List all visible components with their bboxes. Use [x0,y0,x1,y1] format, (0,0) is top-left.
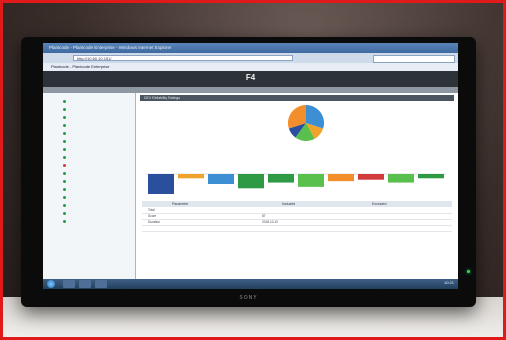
status-dot-icon [63,195,66,199]
taskbar-ie-button[interactable] [63,280,75,288]
bar [358,174,384,180]
windows-taskbar: 10:21 [43,279,458,289]
navigation-tree [43,93,136,289]
tree-item[interactable] [63,163,68,167]
start-button[interactable] [47,280,55,288]
tree-item[interactable] [63,107,68,111]
grid-col-header: Excluded [372,202,387,206]
tree-item[interactable] [63,147,68,151]
power-led [467,270,470,273]
address-input[interactable]: http://10.60.10.151/ [73,55,293,61]
status-dot-icon [63,115,66,119]
status-dot-icon [63,163,66,167]
tree-item[interactable] [63,211,68,215]
app-header-bar: F4 [43,71,458,87]
ie-address-bar: http://10.60.10.151/ [43,53,458,63]
status-dot-icon [63,123,66,127]
table-cell: 2018.10.10 [262,220,278,224]
status-dot-icon [63,211,66,215]
pie-chart [288,105,324,141]
key-label: F4 [245,73,256,82]
table-cell: Total [148,208,155,212]
grid-col-header: Included [282,202,296,206]
ie-window-title: Plantcode - Plantcode Enterprise - Windo… [43,43,458,53]
ie-tab[interactable]: Plantcode - Plantcode Enterprise [43,63,458,71]
bar [418,174,444,179]
bar [388,174,414,183]
taskbar-explorer-button[interactable] [79,280,91,288]
status-dot-icon [63,131,66,135]
status-dot-icon [63,203,66,207]
taskbar-clock: 10:21 [443,280,454,285]
status-dot-icon [63,139,66,143]
tv-screen: Plantcode - Plantcode Enterprise - Windo… [43,43,458,289]
bar [298,174,324,187]
grid-col-header: Parameter [172,202,189,206]
status-dot-icon [63,155,66,159]
status-dot-icon [63,107,66,111]
table-row [142,226,452,232]
tv-brand-logo: SONY [239,295,258,301]
tree-item[interactable] [63,131,68,135]
status-dot-icon [63,171,66,175]
bar [178,174,204,179]
bar [328,174,354,182]
tree-item[interactable] [63,123,68,127]
status-dot-icon [63,187,66,191]
panel-title: DEV Reliability Ratings [140,95,454,101]
bar-chart [146,173,446,194]
tree-item[interactable] [63,115,68,119]
photo-frame: Plantcode - Plantcode Enterprise - Windo… [0,0,506,340]
search-input[interactable] [373,55,455,63]
bar [208,174,234,184]
tree-item[interactable] [63,195,68,199]
tree-item[interactable] [63,219,68,223]
bar [238,174,264,189]
dashboard-panel: DEV Reliability Ratings Parameter Includ… [136,93,458,289]
taskbar-media-button[interactable] [95,280,107,288]
grid-header: Parameter Included Excluded [142,201,452,207]
tree-item[interactable] [63,187,68,191]
television: Plantcode - Plantcode Enterprise - Windo… [21,37,476,307]
status-dot-icon [63,99,66,103]
status-dot-icon [63,219,66,223]
tree-item[interactable] [63,99,68,103]
table-cell: 87 [262,214,266,218]
tree-item[interactable] [63,171,68,175]
status-dot-icon [63,147,66,151]
table-cell: Duration [148,220,161,224]
tree-item[interactable] [63,139,68,143]
tree-item[interactable] [63,155,68,159]
tree-item[interactable] [63,179,68,183]
table-cell: Score [148,214,157,218]
bar [148,174,174,194]
tree-item[interactable] [63,203,68,207]
status-dot-icon [63,179,66,183]
bar [268,174,294,183]
